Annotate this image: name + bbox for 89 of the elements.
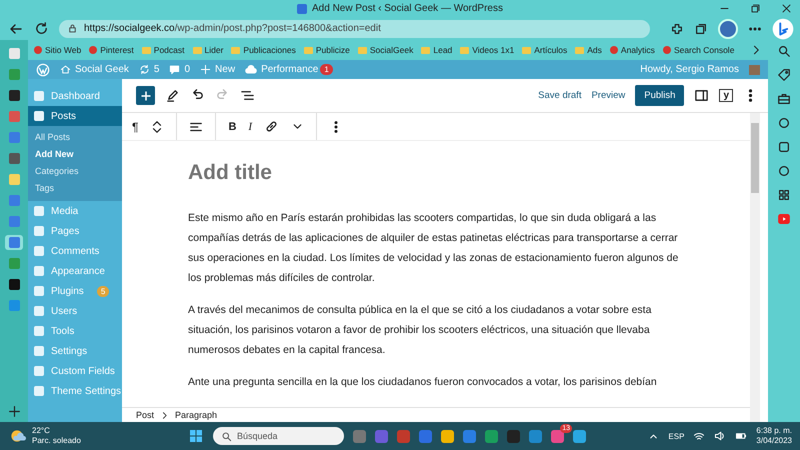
folder-icon bbox=[421, 46, 430, 54]
site-icon bbox=[297, 4, 307, 14]
bookmark-item[interactable]: Pinterest bbox=[89, 45, 134, 55]
search-icon bbox=[221, 430, 232, 442]
refresh-button[interactable] bbox=[34, 21, 49, 36]
count-badge: 5 bbox=[96, 286, 110, 296]
extensions-icon[interactable] bbox=[670, 22, 684, 36]
window-title: Add New Post ‹ Social Geek — WordPress bbox=[312, 3, 503, 14]
bookmark-item[interactable]: Artículos bbox=[522, 45, 568, 55]
breadcrumb-item[interactable]: Paragraph bbox=[175, 410, 218, 420]
bold-button[interactable]: B bbox=[228, 120, 236, 132]
title-field[interactable]: Add title bbox=[188, 161, 750, 185]
briefcase-icon[interactable] bbox=[777, 92, 791, 106]
wordpress-logo[interactable] bbox=[36, 62, 50, 76]
home-icon bbox=[60, 64, 71, 75]
seo-button[interactable]: y bbox=[719, 89, 733, 102]
app-icon[interactable] bbox=[441, 430, 454, 442]
temperature: 22°C bbox=[32, 426, 51, 436]
collections-icon[interactable] bbox=[694, 22, 708, 36]
bookmark-item[interactable]: Analytics bbox=[610, 45, 655, 55]
preview-button[interactable]: Preview bbox=[591, 90, 626, 101]
folder-icon bbox=[358, 46, 367, 54]
close-button[interactable] bbox=[781, 3, 792, 14]
folder-icon bbox=[304, 46, 313, 54]
tag-icon[interactable] bbox=[777, 68, 791, 82]
site-icon bbox=[662, 46, 671, 54]
sidebar-icon[interactable] bbox=[694, 88, 710, 103]
paragraph: A través del mecanimos de consulta pública en la el que se citó a los ciudadanos a votar sobre esta situación, los parisinos votaron a favor de prohibir los scooters eléctricos, una situación que llevaba numerosos debates en la capital francesa. bbox=[188, 303, 652, 358]
bookmark-item[interactable]: Podcast bbox=[142, 45, 184, 55]
bookmark-item[interactable]: Publicize bbox=[304, 45, 350, 55]
plus-icon bbox=[200, 64, 212, 75]
site-icon bbox=[89, 46, 98, 54]
folder-icon bbox=[522, 46, 532, 54]
chevron-icon bbox=[160, 410, 170, 420]
menu-item[interactable]: Posts bbox=[28, 106, 122, 126]
site-icon bbox=[34, 46, 42, 54]
app-icon[interactable] bbox=[777, 188, 791, 202]
lock-icon bbox=[67, 23, 78, 34]
language-indicator[interactable]: ESP bbox=[668, 432, 684, 440]
list-view-icon[interactable] bbox=[240, 88, 255, 103]
bookmark-item[interactable]: Publicaciones bbox=[231, 45, 296, 55]
folder-icon bbox=[142, 46, 151, 54]
volume-icon[interactable] bbox=[714, 430, 726, 442]
user-avatar bbox=[749, 64, 760, 74]
wifi-icon[interactable] bbox=[693, 430, 706, 442]
breadcrumb-item[interactable]: Post bbox=[136, 410, 154, 420]
bookmark-item[interactable]: Ads bbox=[575, 45, 602, 55]
bookmark-item[interactable]: Search Console bbox=[662, 45, 734, 55]
search-icon[interactable] bbox=[777, 44, 791, 58]
copilot-button[interactable] bbox=[772, 18, 794, 40]
bookmark-item[interactable]: Lider bbox=[192, 45, 224, 55]
address-field[interactable]: https://socialgeek.co/wp-admin/post.php?post=146800&action=edit bbox=[59, 20, 650, 38]
cloud-icon bbox=[245, 64, 258, 76]
folder-icon bbox=[231, 46, 240, 54]
site-icon bbox=[610, 46, 618, 54]
italic-button[interactable]: I bbox=[248, 120, 252, 132]
folder-icon bbox=[575, 46, 584, 54]
app-icon[interactable] bbox=[777, 116, 791, 130]
publish-button[interactable]: Publish bbox=[635, 85, 684, 106]
bookmark-item[interactable]: Lead bbox=[421, 45, 452, 55]
profile-avatar[interactable] bbox=[718, 18, 738, 38]
comment-icon bbox=[169, 64, 180, 75]
notification-badge: 1 bbox=[320, 64, 333, 75]
clock-time[interactable]: 6:38 p. m. bbox=[756, 426, 792, 436]
folder-icon bbox=[192, 46, 202, 54]
add-icon[interactable] bbox=[8, 405, 20, 418]
edit-icon[interactable] bbox=[165, 88, 180, 103]
paragraph: Este mismo año en París estarán prohibidas las scooters compartidas, lo que sin duda obligará a las compañías detrás de las aplicaciones de alquiler de estas patinetas eléctricas para transportarse a cerrar sus operaciones en la ciudad. Los límites de velocidad y las zonas de estacionamiento fueron algunos de los problemas más difíciles de controlar. bbox=[188, 211, 680, 286]
weather-text: Parc. soleado bbox=[32, 436, 81, 446]
bookmark-item[interactable]: SocialGeek bbox=[358, 45, 414, 55]
paragraph-button[interactable]: ¶ bbox=[132, 120, 138, 134]
start-button[interactable] bbox=[188, 428, 204, 444]
paragraph: Ante una pregunta sencilla en la que los ciudadanos fueron convocados a votar, los parisinos debían bbox=[188, 375, 658, 390]
update-icon bbox=[138, 64, 150, 75]
link-icon[interactable] bbox=[264, 119, 280, 134]
app-icon[interactable] bbox=[777, 164, 791, 178]
clock-date[interactable]: 3/04/2023 bbox=[756, 436, 792, 446]
plus-icon bbox=[140, 90, 152, 102]
restore-button[interactable] bbox=[750, 3, 761, 14]
scrollbar[interactable] bbox=[750, 113, 760, 422]
video-icon[interactable] bbox=[777, 212, 791, 226]
bookmark-item[interactable]: Sitio Web bbox=[34, 45, 82, 55]
folder-icon bbox=[460, 46, 470, 54]
add-block-button[interactable] bbox=[136, 86, 155, 105]
app-icon[interactable] bbox=[777, 140, 791, 154]
bookmark-item[interactable]: Videos 1x1 bbox=[460, 45, 514, 55]
save-draft-button[interactable]: Save draft bbox=[538, 90, 582, 101]
battery-icon[interactable] bbox=[735, 430, 748, 442]
search-field[interactable]: Búsqueda bbox=[213, 427, 344, 445]
